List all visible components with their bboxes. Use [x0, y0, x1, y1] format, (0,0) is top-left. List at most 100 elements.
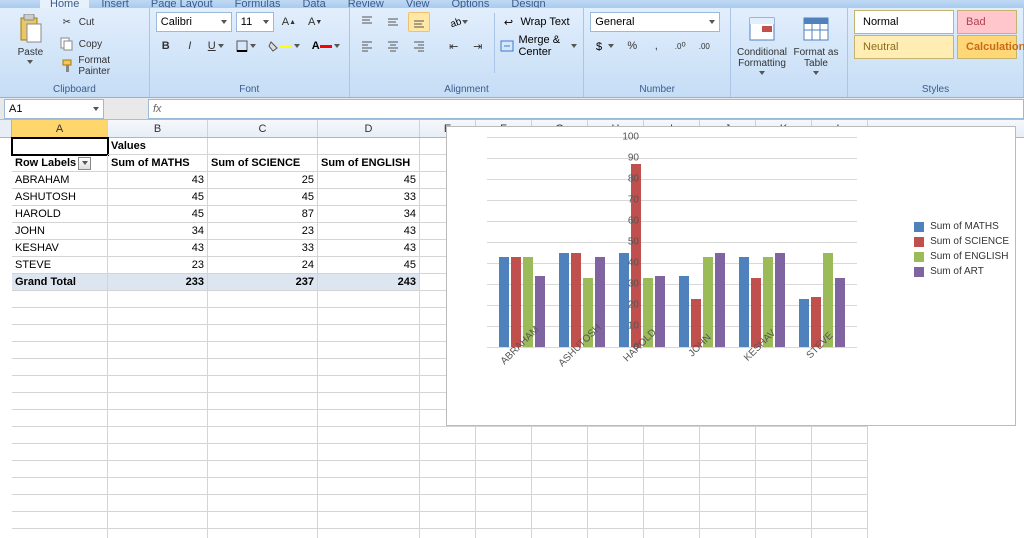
- tab-formulas[interactable]: Formulas: [225, 0, 291, 8]
- pivot-row-label[interactable]: ASHUTOSH: [12, 189, 108, 206]
- cell[interactable]: [12, 291, 108, 308]
- cell[interactable]: [756, 478, 812, 495]
- pivot-value[interactable]: 45: [208, 189, 318, 206]
- cell[interactable]: [108, 478, 208, 495]
- cell[interactable]: [318, 291, 420, 308]
- pivot-value[interactable]: 33: [318, 189, 420, 206]
- cell[interactable]: [756, 461, 812, 478]
- cell[interactable]: [318, 529, 420, 538]
- col-header-D[interactable]: D: [318, 120, 420, 137]
- pivot-value[interactable]: 24: [208, 257, 318, 274]
- cell[interactable]: [700, 444, 756, 461]
- cell[interactable]: [644, 478, 700, 495]
- pivot-row-label[interactable]: ABRAHAM: [12, 172, 108, 189]
- cell[interactable]: [700, 495, 756, 512]
- cell[interactable]: [12, 461, 108, 478]
- cell[interactable]: [700, 512, 756, 529]
- cell[interactable]: [12, 512, 108, 529]
- cell[interactable]: [12, 410, 108, 427]
- pivot-value[interactable]: 23: [208, 223, 318, 240]
- align-top-button[interactable]: [356, 12, 378, 32]
- filter-icon[interactable]: [78, 157, 91, 170]
- increase-decimal-button[interactable]: .0⁰: [670, 36, 690, 56]
- cell[interactable]: [588, 427, 644, 444]
- cell[interactable]: [108, 308, 208, 325]
- formula-input[interactable]: fx: [148, 99, 1024, 119]
- cut-button[interactable]: ✂Cut: [59, 11, 143, 33]
- cell[interactable]: [420, 427, 476, 444]
- copy-button[interactable]: Copy: [59, 33, 143, 55]
- cell[interactable]: [318, 512, 420, 529]
- cell[interactable]: [476, 529, 532, 538]
- cell[interactable]: [532, 512, 588, 529]
- pivot-value[interactable]: 43: [108, 240, 208, 257]
- cell[interactable]: [812, 478, 868, 495]
- cell[interactable]: [12, 444, 108, 461]
- tab-insert[interactable]: Insert: [91, 0, 139, 8]
- cell[interactable]: [644, 427, 700, 444]
- font-color-button[interactable]: A: [308, 36, 344, 56]
- cell[interactable]: [12, 308, 108, 325]
- pivot-col-header[interactable]: Sum of MATHS: [108, 155, 208, 172]
- cell[interactable]: [318, 427, 420, 444]
- cell[interactable]: [208, 427, 318, 444]
- cell[interactable]: [812, 427, 868, 444]
- cell[interactable]: [318, 342, 420, 359]
- pivot-grand-value[interactable]: 243: [318, 274, 420, 291]
- pivot-value[interactable]: 23: [108, 257, 208, 274]
- decrease-indent-button[interactable]: ⇤: [444, 36, 464, 56]
- orientation-button[interactable]: ab: [444, 12, 472, 32]
- pivot-value[interactable]: 45: [318, 172, 420, 189]
- pivot-value[interactable]: 43: [108, 172, 208, 189]
- tab-view[interactable]: View: [396, 0, 440, 8]
- cell[interactable]: [812, 444, 868, 461]
- decrease-font-button[interactable]: A▼: [304, 12, 326, 32]
- pivot-value[interactable]: 43: [318, 240, 420, 257]
- cell[interactable]: [476, 495, 532, 512]
- cell[interactable]: [318, 444, 420, 461]
- cell[interactable]: [108, 444, 208, 461]
- cell[interactable]: [700, 478, 756, 495]
- cell[interactable]: [108, 461, 208, 478]
- cell[interactable]: [208, 478, 318, 495]
- cell[interactable]: [318, 376, 420, 393]
- pivot-col-header[interactable]: Sum of ENGLISH: [318, 155, 420, 172]
- cell[interactable]: [812, 512, 868, 529]
- tab-page-layout[interactable]: Page Layout: [141, 0, 223, 8]
- pivot-values-header[interactable]: Values: [108, 138, 208, 155]
- embedded-chart[interactable]: Sum of MATHSSum of SCIENCESum of ENGLISH…: [446, 126, 1016, 426]
- cell[interactable]: [644, 512, 700, 529]
- increase-indent-button[interactable]: ⇥: [468, 36, 488, 56]
- col-header-B[interactable]: B: [108, 120, 208, 137]
- cell[interactable]: [700, 427, 756, 444]
- merge-center-button[interactable]: Merge & Center: [500, 35, 577, 57]
- cell[interactable]: [420, 444, 476, 461]
- cell[interactable]: [208, 461, 318, 478]
- cell[interactable]: [318, 478, 420, 495]
- number-format-select[interactable]: General: [590, 12, 720, 32]
- pivot-value[interactable]: 43: [318, 223, 420, 240]
- cell[interactable]: [318, 461, 420, 478]
- tab-design[interactable]: Design: [501, 0, 555, 8]
- cell[interactable]: [208, 529, 318, 538]
- name-box[interactable]: A1: [4, 99, 104, 119]
- cell[interactable]: [532, 478, 588, 495]
- style-neutral[interactable]: Neutral: [854, 35, 954, 59]
- cell[interactable]: [644, 461, 700, 478]
- tab-review[interactable]: Review: [338, 0, 394, 8]
- decrease-decimal-button[interactable]: .00: [694, 36, 714, 56]
- cell[interactable]: [12, 495, 108, 512]
- cell[interactable]: [756, 495, 812, 512]
- cell[interactable]: [108, 427, 208, 444]
- pivot-value[interactable]: 25: [208, 172, 318, 189]
- cell[interactable]: [476, 444, 532, 461]
- cell[interactable]: [812, 529, 868, 538]
- pivot-row-label[interactable]: HAROLD: [12, 206, 108, 223]
- tab-options[interactable]: Options: [441, 0, 499, 8]
- pivot-value[interactable]: 33: [208, 240, 318, 257]
- cell[interactable]: [12, 529, 108, 538]
- cell[interactable]: [318, 410, 420, 427]
- cell[interactable]: [756, 444, 812, 461]
- cell[interactable]: [812, 495, 868, 512]
- conditional-formatting-button[interactable]: Conditional Formatting: [737, 11, 787, 75]
